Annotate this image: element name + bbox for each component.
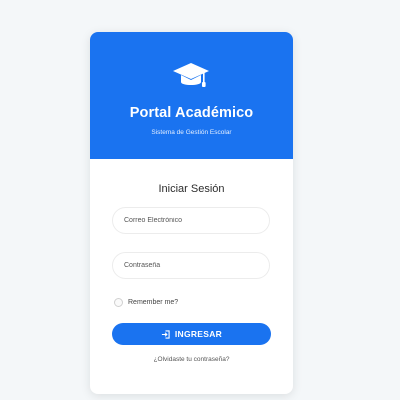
- remember-me[interactable]: Remember me?: [114, 298, 178, 307]
- login-card: Portal Académico Sistema de Gestión Esco…: [90, 32, 293, 394]
- login-button-label: INGRESAR: [174, 329, 223, 339]
- app-subtitle: Sistema de Gestión Escolar: [151, 129, 232, 136]
- email-field[interactable]: [112, 207, 270, 234]
- form-title: Iniciar Sesión: [158, 183, 225, 195]
- password-field[interactable]: [112, 252, 270, 279]
- remember-checkbox[interactable]: [114, 298, 123, 307]
- sign-in-icon: [161, 329, 170, 339]
- forgot-password-link[interactable]: ¿Olvidaste tu contraseña?: [90, 356, 293, 363]
- card-header: Portal Académico Sistema de Gestión Esco…: [90, 32, 293, 159]
- graduation-cap-icon: [173, 63, 209, 87]
- remember-label: Remember me?: [128, 299, 179, 306]
- app-title: Portal Académico: [129, 105, 254, 121]
- login-button[interactable]: INGRESAR: [112, 323, 271, 345]
